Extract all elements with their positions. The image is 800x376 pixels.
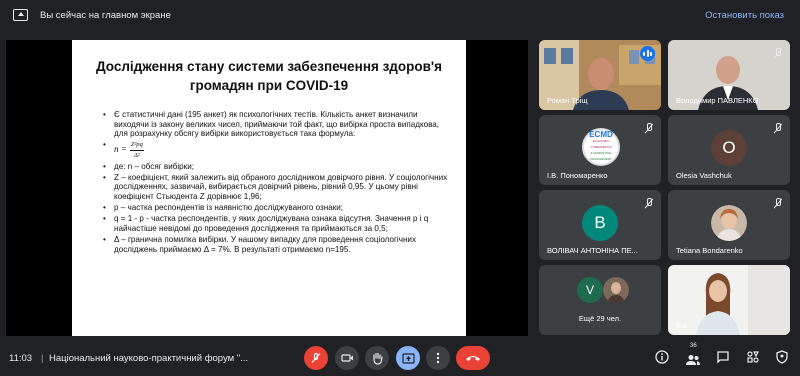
participant-name: ВОЛІВАЧ АНТОНІНА ПЕ... — [547, 246, 638, 255]
participant-tile-ponomarenko[interactable]: ECMD ECONOMIC CYBERNETICS & MARKETING MA… — [539, 115, 661, 185]
camera-icon — [340, 354, 353, 362]
participant-name: Olesia Vashchuk — [676, 171, 732, 180]
bottom-bar: 11:03 | Національний науково-практичний … — [0, 339, 800, 376]
mic-off-icon — [773, 198, 782, 209]
presenting-status: Вы сейчас на главном экране — [40, 10, 171, 21]
more-options-button[interactable] — [426, 346, 450, 370]
mic-off-icon — [773, 123, 782, 134]
participant-tile-volodymyr[interactable]: Володимир ПАВЛЕНКО — [668, 40, 790, 110]
slide-bullet: p – частка респондентів із наявністю дос… — [102, 203, 448, 213]
slide-bullet: Є статистичні дані (195 анкет) як психол… — [102, 110, 448, 139]
self-view-tile[interactable]: Вы — [668, 265, 790, 335]
present-now-button[interactable] — [396, 346, 420, 370]
formula-denominator: Δ² — [133, 151, 140, 159]
avatar — [603, 277, 629, 303]
ecmd-logo-sub2: & MARKETING MANAGEMENT — [590, 151, 612, 161]
slide-bullet-list: Є статистичні дані (195 анкет) як психол… — [102, 110, 448, 256]
avatar: В — [582, 205, 618, 241]
meeting-clock: 11:03 — [9, 353, 33, 364]
slide-bullet: q = 1 - p - частка респондентів, у яких … — [102, 214, 448, 233]
people-icon[interactable] — [685, 353, 701, 367]
formula-numerator: Z²pq — [129, 140, 144, 151]
mic-off-icon — [311, 352, 321, 363]
avatar: V — [577, 277, 603, 303]
slide-title-line-1: Дослідження стану системи забезпечення з… — [95, 59, 443, 74]
raise-hand-button[interactable] — [365, 346, 389, 370]
participant-tile-olesia[interactable]: O Olesia Vashchuk — [668, 115, 790, 185]
ecmd-logo: ECMD ECONOMIC CYBERNETICS & MARKETING MA… — [582, 128, 620, 166]
formula-fraction: Z²pq Δ² — [129, 140, 144, 160]
mic-off-icon — [644, 123, 653, 134]
camera-toggle-button[interactable] — [335, 346, 359, 370]
more-participants-label: Ещё 29 чел. — [578, 314, 622, 323]
participant-tile-bondarenko[interactable]: Tetiana Bondarenko — [668, 190, 790, 260]
speaking-indicator-icon — [640, 46, 655, 61]
mic-toggle-button[interactable] — [304, 346, 328, 370]
ecmd-logo-sub1: ECONOMIC CYBERNETICS — [590, 139, 612, 149]
meeting-info-icon[interactable] — [655, 350, 669, 364]
slide-title-line-2: громадян при COVID-19 — [189, 78, 349, 93]
participant-tile-volivach[interactable]: В ВОЛІВАЧ АНТОНІНА ПЕ... — [539, 190, 661, 260]
mic-off-icon — [644, 198, 653, 209]
hang-up-icon — [466, 356, 480, 361]
formula-lhs: n = — [114, 144, 127, 155]
mic-off-icon — [773, 48, 782, 59]
ecmd-logo-text: ECMD ECONOMIC CYBERNETICS & MARKETING MA… — [584, 131, 618, 162]
slide-title: Дослідження стану системи забезпечення з… — [80, 57, 458, 95]
present-screen-icon — [401, 352, 415, 364]
bottom-divider: | — [41, 353, 44, 364]
participant-name: І.В. Пономаренко — [547, 171, 608, 180]
host-controls-icon[interactable] — [775, 350, 789, 364]
leave-call-button[interactable] — [456, 346, 490, 370]
present-screen-icon — [13, 9, 28, 21]
participant-name: Tetiana Bondarenko — [676, 246, 743, 255]
activities-icon[interactable] — [746, 350, 760, 364]
raise-hand-icon — [372, 352, 383, 365]
participant-tile-roman[interactable]: Роман Тріщ — [539, 40, 661, 110]
meeting-title: Національний науково-практичний форум ".… — [49, 353, 249, 364]
self-label: Вы — [676, 321, 687, 330]
shared-screen: Дослідження стану системи забезпечення з… — [6, 40, 528, 336]
presentation-slide: Дослідження стану системи забезпечення з… — [72, 40, 466, 336]
slide-formula: n = Z²pq Δ² — [102, 140, 448, 160]
slide-bullet: Z – коефіцієнт, який залежить від обрано… — [102, 173, 448, 202]
avatar: O — [711, 130, 747, 166]
chat-icon[interactable] — [716, 350, 730, 364]
stop-presenting-button[interactable]: Остановить показ — [705, 10, 784, 21]
slide-bullet: де: n – обсяг вибірки; — [102, 162, 448, 172]
participants-count-badge: 36 — [690, 343, 697, 349]
more-vert-icon — [436, 352, 440, 364]
more-participants-tile[interactable]: V Ещё 29 чел. — [539, 265, 661, 335]
slide-bullet: Δ – гранична помилка вибірки. У нашому в… — [102, 235, 448, 254]
top-bar: Вы сейчас на главном экране Остановить п… — [0, 0, 800, 34]
participant-name: Роман Тріщ — [547, 96, 588, 105]
avatar — [711, 205, 747, 241]
participant-name: Володимир ПАВЛЕНКО — [676, 96, 759, 105]
